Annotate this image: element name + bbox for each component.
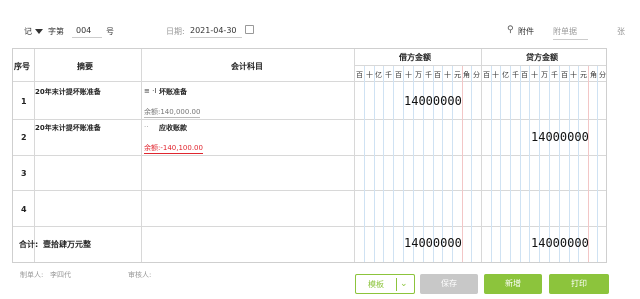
row-seq: 1 [21, 97, 27, 106]
row-seq: 3 [21, 169, 27, 178]
attachment-count-input[interactable]: 附单据 [553, 26, 588, 40]
digit-header: 十 [531, 71, 538, 79]
digit-header: 分 [599, 71, 606, 79]
template-button[interactable]: 模板 ⌄ [355, 274, 415, 294]
digit-header: 百 [561, 71, 568, 79]
reviewer-label: 审核人: [128, 271, 152, 279]
row-balance: 余额:140,000.00 [144, 108, 201, 118]
account-tree-icon[interactable]: ·· [144, 123, 148, 131]
digit-header: 元 [454, 71, 461, 79]
col-seq-header: 序号 [14, 62, 30, 71]
date-label: 日期: [166, 27, 185, 36]
row-summary[interactable]: 20年末计提坏账准备 [35, 87, 101, 97]
row-seq: 4 [21, 205, 27, 214]
row-account[interactable]: 坏账准备 [159, 87, 187, 97]
digit-header: 百 [356, 71, 363, 79]
attachment-suffix: 张 [617, 27, 625, 36]
row-balance: 余额:-140,100.00 [144, 144, 203, 154]
total-words: 壹拾肆万元整 [43, 240, 91, 249]
total-credit-amount: 14000000 [531, 236, 589, 250]
col-debit-header: 借方金额 [399, 53, 431, 62]
maker-label: 制单人: [20, 271, 44, 279]
digit-header: 千 [512, 71, 519, 79]
calendar-icon[interactable] [245, 25, 254, 34]
total-debit-amount: 14000000 [404, 236, 462, 250]
digit-header: 千 [425, 71, 432, 79]
row-summary[interactable]: 20年末计提坏账准备 [35, 123, 101, 133]
row-seq: 2 [21, 133, 27, 142]
voucher-table: 序号 摘要 会计科目 借方金额 贷方金额 百 十 亿 千 百 十 万 千 百 十… [12, 48, 607, 263]
col-summary-header: 摘要 [77, 62, 93, 71]
digit-header: 十 [366, 71, 373, 79]
attachment-label: 附件 [518, 27, 534, 36]
print-button[interactable]: 打印 [549, 274, 609, 294]
save-button[interactable]: 保存 [420, 274, 478, 294]
digit-header: 元 [580, 71, 587, 79]
digit-header: 百 [395, 71, 402, 79]
col-credit-header: 贷方金额 [526, 53, 558, 62]
digit-header: 千 [551, 71, 558, 79]
digit-header: 亿 [502, 71, 509, 79]
digit-header: 分 [473, 71, 480, 79]
voucher-type-select[interactable]: 记 [24, 26, 32, 37]
number-suffix: 号 [106, 27, 114, 36]
col-account-header: 会计科目 [231, 62, 263, 71]
digit-header: 千 [385, 71, 392, 79]
add-button[interactable]: 新增 [484, 274, 542, 294]
char-label: 字第 [48, 27, 64, 36]
voucher-number-input[interactable]: 004 [72, 26, 102, 38]
digit-header: 百 [434, 71, 441, 79]
template-label: 模板 [368, 280, 384, 289]
digit-header: 百 [483, 71, 490, 79]
digit-header: 百 [521, 71, 528, 79]
digit-header: 万 [541, 71, 548, 79]
digit-header: 十 [492, 71, 499, 79]
maker-name: 李四代 [50, 271, 71, 279]
digit-header: 十 [405, 71, 412, 79]
paperclip-icon[interactable]: ⚲ [507, 25, 514, 35]
digit-header: 角 [590, 71, 597, 79]
digit-header: 角 [463, 71, 470, 79]
chevron-down-icon[interactable]: ⌄ [400, 274, 408, 294]
digit-header: 亿 [375, 71, 382, 79]
digit-header: 十 [570, 71, 577, 79]
account-tree-icon[interactable]: ≡ ·I [144, 87, 156, 95]
voucher-header: 记 字第 004 号 日期: 2021-04-30 ⚲ 附件 附单据 张 [0, 0, 640, 44]
row-account[interactable]: 应收账款 [159, 123, 187, 133]
row-debit-amount[interactable]: 14000000 [404, 94, 462, 108]
row-credit-amount[interactable]: 14000000 [531, 130, 589, 144]
digit-header: 万 [415, 71, 422, 79]
digit-header: 十 [444, 71, 451, 79]
total-label: 合计: [19, 240, 39, 249]
date-input[interactable]: 2021-04-30 [190, 26, 242, 38]
chevron-down-icon[interactable] [35, 29, 43, 34]
